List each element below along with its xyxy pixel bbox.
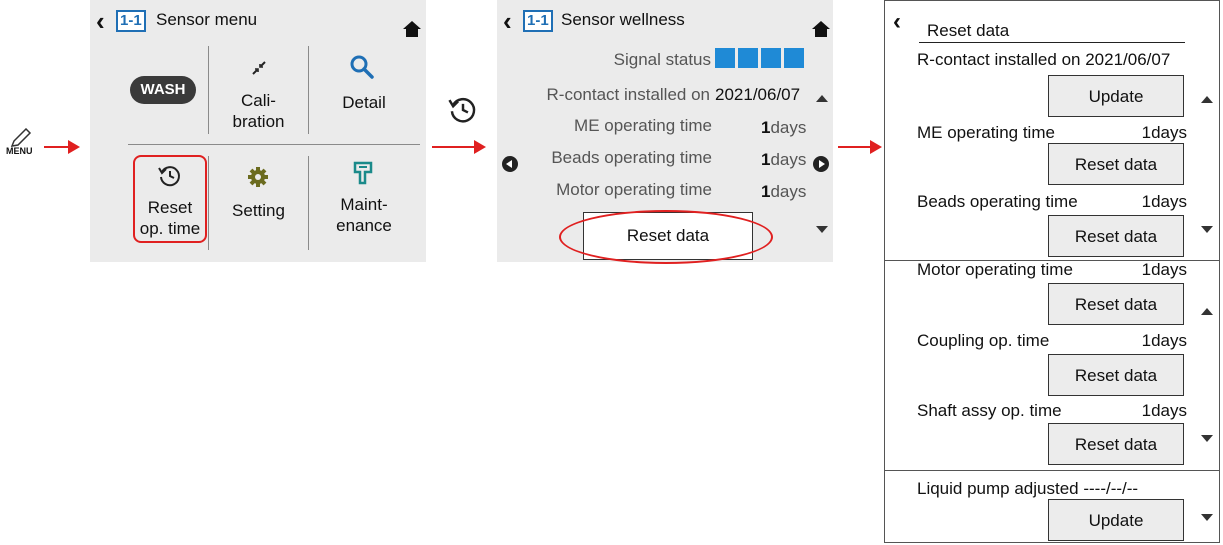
update-label: Update bbox=[1088, 511, 1144, 530]
update-button[interactable]: Update bbox=[1048, 75, 1184, 117]
reset-coupling-button[interactable]: Reset data bbox=[1048, 354, 1184, 396]
history-icon bbox=[448, 97, 476, 123]
me-time-label: ME operating time bbox=[917, 123, 1055, 142]
setting-button[interactable]: Setting bbox=[209, 156, 308, 246]
reset-label: Reset data bbox=[1074, 295, 1158, 314]
me-time-label: ME operating time bbox=[574, 116, 712, 135]
beads-time-value: 1days bbox=[761, 150, 807, 169]
beads-time-label: Beads operating time bbox=[917, 192, 1078, 211]
reset-label-2: op. time bbox=[139, 219, 201, 238]
prev-page-icon[interactable] bbox=[502, 156, 518, 172]
wash-button[interactable]: WASH bbox=[130, 76, 196, 104]
calibration-button[interactable]: Cali- bration bbox=[209, 50, 308, 136]
channel-badge: 1-1 bbox=[523, 10, 553, 32]
beads-time-label: Beads operating time bbox=[551, 148, 712, 167]
reset-beads-button[interactable]: Reset data bbox=[1048, 215, 1184, 257]
setting-label: Setting bbox=[232, 201, 285, 220]
reset-label: Reset data bbox=[1074, 155, 1158, 174]
gear-icon bbox=[248, 167, 268, 187]
reset-data-screen: ‹ Reset data R-contact installed on 2021… bbox=[884, 0, 1220, 543]
scroll-up-icon[interactable] bbox=[1201, 308, 1213, 315]
shaft-time-value: 1days bbox=[1141, 401, 1187, 420]
divider bbox=[885, 470, 1219, 471]
scroll-up-icon[interactable] bbox=[816, 95, 828, 102]
reset-op-time-button[interactable]: Reset op. time bbox=[133, 155, 207, 243]
highlight-ellipse bbox=[559, 210, 773, 264]
motor-time-label: Motor operating time bbox=[917, 260, 1073, 279]
back-chevron-icon[interactable]: ‹ bbox=[503, 8, 512, 34]
r-contact-text: R-contact installed on 2021/06/07 bbox=[917, 50, 1171, 69]
history-icon bbox=[158, 166, 180, 187]
reset-motor-button[interactable]: Reset data bbox=[1048, 283, 1184, 325]
magnifier-icon bbox=[350, 55, 374, 79]
liquid-pump-text: Liquid pump adjusted ----/--/-- bbox=[917, 479, 1139, 498]
maintenance-button[interactable]: Maint- enance bbox=[309, 156, 419, 246]
reset-label: Reset data bbox=[1074, 435, 1158, 454]
back-chevron-icon[interactable]: ‹ bbox=[893, 9, 901, 35]
motor-time-label: Motor operating time bbox=[556, 180, 712, 199]
maintenance-label-1: Maint- bbox=[340, 195, 388, 214]
signal-status-label: Signal status bbox=[613, 50, 711, 69]
reset-me-button[interactable]: Reset data bbox=[1048, 143, 1184, 185]
detail-button[interactable]: Detail bbox=[309, 50, 419, 136]
coupling-time-label: Coupling op. time bbox=[917, 331, 1050, 350]
me-time-value: 1days bbox=[1141, 123, 1187, 142]
sensor-wellness-screen: ‹ 1-1 Sensor wellness Signal status R-co… bbox=[497, 0, 833, 264]
r-contact-date: 2021/06/07 bbox=[715, 85, 801, 104]
coupling-time-value: 1days bbox=[1141, 331, 1187, 350]
title-underline bbox=[919, 42, 1185, 43]
update-pump-button[interactable]: Update bbox=[1048, 499, 1184, 541]
reset-label-1: Reset bbox=[147, 198, 193, 217]
maintenance-label-2: enance bbox=[336, 216, 392, 235]
page-title: Sensor menu bbox=[156, 10, 258, 29]
calibration-label-1: Cali- bbox=[241, 91, 276, 110]
calibration-icon bbox=[252, 61, 266, 75]
sensor-menu-screen: ‹ 1-1 Sensor menu WASH Cali- bration Det… bbox=[90, 0, 426, 262]
detail-label: Detail bbox=[342, 93, 386, 112]
reset-label: Reset data bbox=[1074, 366, 1158, 385]
maintenance-icon bbox=[353, 161, 373, 185]
scroll-up-icon[interactable] bbox=[1201, 96, 1213, 103]
motor-time-value: 1days bbox=[761, 182, 807, 201]
beads-time-value: 1days bbox=[1141, 192, 1187, 211]
arrow-3 bbox=[838, 140, 882, 154]
reset-label: Reset data bbox=[1074, 227, 1158, 246]
scroll-down-icon[interactable] bbox=[816, 226, 828, 233]
home-icon[interactable] bbox=[811, 20, 831, 43]
scroll-down-icon[interactable] bbox=[1201, 226, 1213, 233]
menu-label: MENU bbox=[6, 146, 33, 156]
divider bbox=[128, 144, 420, 145]
me-time-value: 1days bbox=[761, 118, 807, 137]
scroll-down-icon[interactable] bbox=[1201, 514, 1213, 521]
reset-shaft-button[interactable]: Reset data bbox=[1048, 423, 1184, 465]
update-label: Update bbox=[1088, 87, 1144, 106]
page-title: Reset data bbox=[927, 21, 1010, 40]
channel-badge: 1-1 bbox=[116, 10, 146, 32]
scroll-down-icon[interactable] bbox=[1201, 435, 1213, 442]
next-page-icon[interactable] bbox=[813, 156, 829, 172]
home-icon[interactable] bbox=[402, 20, 422, 43]
wash-label: WASH bbox=[140, 81, 186, 98]
arrow-2 bbox=[432, 140, 486, 154]
back-chevron-icon[interactable]: ‹ bbox=[96, 8, 105, 34]
shaft-time-label: Shaft assy op. time bbox=[917, 401, 1062, 420]
menu-icon[interactable]: MENU bbox=[6, 128, 36, 158]
page-title: Sensor wellness bbox=[561, 10, 685, 29]
calibration-label-2: bration bbox=[232, 112, 285, 131]
motor-time-value: 1days bbox=[1141, 260, 1187, 279]
r-contact-label: R-contact installed on bbox=[546, 85, 710, 104]
arrow-1 bbox=[44, 140, 80, 154]
